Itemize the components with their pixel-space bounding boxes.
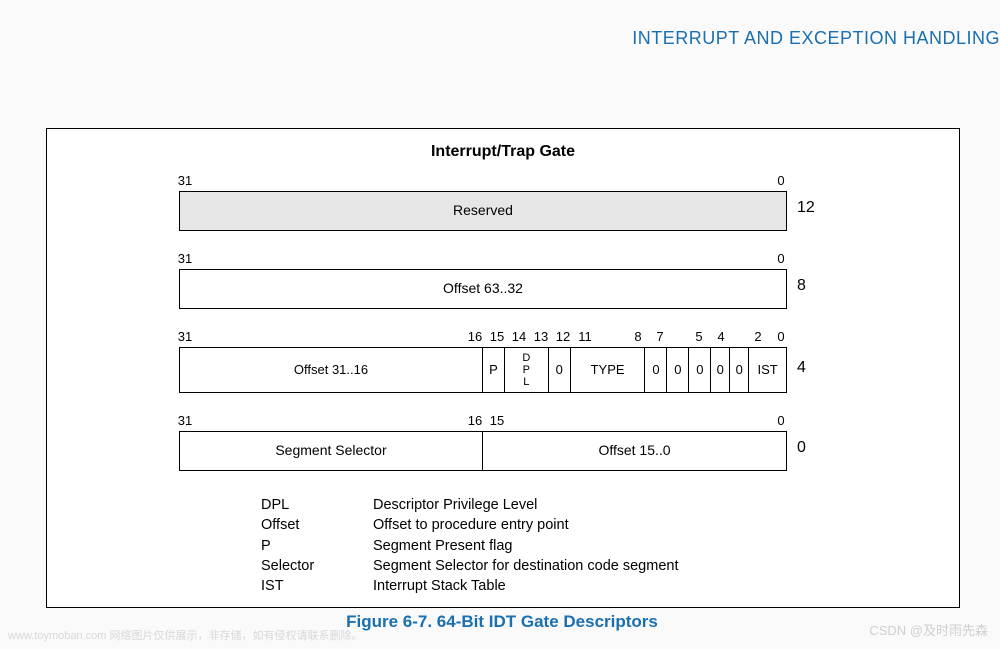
bit-labels: 31 0 — [179, 173, 787, 191]
legend-desc: Segment Present flag — [373, 536, 512, 556]
field-type: TYPE — [571, 348, 646, 392]
bit-label: 15 — [490, 413, 504, 428]
watermark-csdn: CSDN @及时雨先森 — [869, 620, 988, 639]
row-12: 31 0 Reserved 12 — [179, 173, 787, 231]
bit-label: 31 — [178, 413, 192, 428]
legend-row: P Segment Present flag — [261, 536, 678, 556]
legend-desc: Offset to procedure entry point — [373, 515, 569, 535]
bit-label: 16 — [468, 413, 482, 428]
field-offset-31-16: Offset 31..16 — [180, 348, 483, 392]
field-dpl: D P L — [505, 348, 549, 392]
bit-label: 14 — [512, 329, 526, 344]
descriptor-rows: 31 0 Reserved 12 31 0 Offset 63..32 8 31… — [179, 173, 787, 491]
bit-label: 8 — [634, 329, 641, 344]
field-reserved: Reserved — [180, 192, 786, 230]
bit-labels: 31 0 — [179, 251, 787, 269]
byte-offset: 0 — [797, 439, 806, 457]
gate-title: Interrupt/Trap Gate — [47, 143, 959, 161]
legend-desc: Segment Selector for destination code se… — [373, 556, 678, 576]
bit-labels: 31 16 15 0 — [179, 413, 787, 431]
legend-desc: Descriptor Privilege Level — [373, 495, 537, 515]
byte-offset: 8 — [797, 277, 806, 295]
legend-term: DPL — [261, 495, 373, 515]
watermark-source: www.toymoban.com 网络图片仅供展示，非存储，如有侵权请联系删除。 — [8, 627, 362, 643]
byte-offset: 4 — [797, 359, 806, 377]
field-zero: 0 — [645, 348, 667, 392]
byte-offset: 12 — [797, 199, 815, 217]
bit-label: 31 — [178, 173, 192, 188]
field-segment-selector: Segment Selector — [180, 432, 483, 470]
field-bar: Segment Selector Offset 15..0 — [179, 431, 787, 471]
legend-desc: Interrupt Stack Table — [373, 576, 506, 596]
legend-row: Offset Offset to procedure entry point — [261, 515, 678, 535]
legend-term: IST — [261, 576, 373, 596]
figure-frame: Interrupt/Trap Gate 31 0 Reserved 12 31 … — [46, 128, 960, 608]
bit-label: 2 — [754, 329, 761, 344]
bit-label: 12 — [556, 329, 570, 344]
bit-labels: 31 16 15 14 13 12 11 8 7 5 4 2 0 — [179, 329, 787, 347]
row-8: 31 0 Offset 63..32 8 — [179, 251, 787, 309]
field-offset-15-0: Offset 15..0 — [483, 432, 786, 470]
legend-term: P — [261, 536, 373, 556]
legend-term: Offset — [261, 515, 373, 535]
bit-label: 4 — [717, 329, 724, 344]
row-4: 31 16 15 14 13 12 11 8 7 5 4 2 0 Offset … — [179, 329, 787, 393]
bit-label: 5 — [695, 329, 702, 344]
bit-label: 13 — [534, 329, 548, 344]
bit-label: 11 — [578, 329, 592, 344]
bit-label: 31 — [178, 329, 192, 344]
field-ist: IST — [749, 348, 786, 392]
field-zero: 0 — [711, 348, 730, 392]
page-header: INTERRUPT AND EXCEPTION HANDLING — [632, 28, 1000, 49]
bit-label: 0 — [777, 329, 784, 344]
field-offset-63-32: Offset 63..32 — [180, 270, 786, 308]
field-zero: 0 — [689, 348, 711, 392]
bit-label: 0 — [777, 251, 784, 266]
bit-label: 0 — [777, 173, 784, 188]
legend-row: Selector Segment Selector for destinatio… — [261, 556, 678, 576]
legend-row: DPL Descriptor Privilege Level — [261, 495, 678, 515]
legend-row: IST Interrupt Stack Table — [261, 576, 678, 596]
field-bar: Offset 63..32 — [179, 269, 787, 309]
field-p: P — [483, 348, 505, 392]
row-0: 31 16 15 0 Segment Selector Offset 15..0… — [179, 413, 787, 471]
field-zero: 0 — [667, 348, 689, 392]
field-zero: 0 — [730, 348, 749, 392]
bit-label: 0 — [777, 413, 784, 428]
bit-label: 31 — [178, 251, 192, 266]
legend: DPL Descriptor Privilege Level Offset Of… — [261, 495, 678, 596]
bit-label: 16 — [468, 329, 482, 344]
field-bar: Reserved — [179, 191, 787, 231]
bit-label: 7 — [656, 329, 663, 344]
field-bar: Offset 31..16 P D P L 0 TYPE 0 0 0 0 0 I… — [179, 347, 787, 393]
legend-term: Selector — [261, 556, 373, 576]
bit-label: 15 — [490, 329, 504, 344]
field-zero: 0 — [549, 348, 571, 392]
